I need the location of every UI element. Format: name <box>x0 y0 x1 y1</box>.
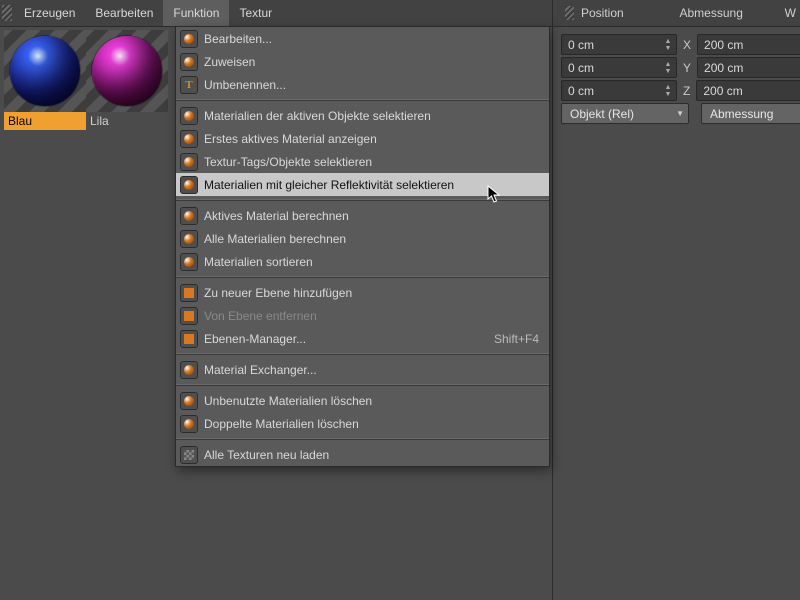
menu-item-zu-neuer-ebene-hinzuf-gen[interactable]: Zu neuer Ebene hinzufügen <box>176 281 549 304</box>
menu-item-ebenen-manager[interactable]: Ebenen-Manager... Shift+F4 <box>176 327 549 350</box>
menu-item-label: Umbenennen... <box>204 78 539 92</box>
menu-item-aktives-material-berechnen[interactable]: Aktives Material berechnen <box>176 204 549 227</box>
size-x-field[interactable]: 200 cm▲▼ <box>697 34 800 55</box>
attributes-panel: Position Abmessung W 0 cm▲▼ X 200 cm▲▼ H… <box>552 0 800 600</box>
menu-item-alle-materialien-berechnen[interactable]: Alle Materialien berechnen <box>176 227 549 250</box>
menu-item-doppelte-materialien-l-schen[interactable]: Doppelte Materialien löschen <box>176 412 549 435</box>
menu-item-label: Alle Materialien berechnen <box>204 232 539 246</box>
menu-bearbeiten[interactable]: Bearbeiten <box>85 0 163 26</box>
menu-textur[interactable]: Textur <box>229 0 282 26</box>
menu-item-bearbeiten[interactable]: Bearbeiten... <box>176 27 549 50</box>
size-y-field[interactable]: 200 cm▲▼ <box>697 57 800 78</box>
menu-item-label: Materialien sortieren <box>204 255 539 269</box>
material-preview <box>86 30 168 112</box>
position-x-field[interactable]: 0 cm▲▼ <box>561 34 677 55</box>
menu-item-label: Materialien der aktiven Objekte selektie… <box>204 109 539 123</box>
material-panel: Blau Lila <box>0 26 175 600</box>
dimension-mode-dropdown[interactable]: Abmessung▼ <box>701 103 800 124</box>
menu-item-icon <box>180 130 198 148</box>
coord-row-z: 0 cm▲▼ Z 200 cm▲▼ B <box>553 79 800 102</box>
menu-item-shortcut: Shift+F4 <box>494 332 539 346</box>
stepper-icon: ▲▼ <box>662 61 676 75</box>
coord-row-x: 0 cm▲▼ X 200 cm▲▼ H <box>553 33 800 56</box>
menu-item-materialien-der-aktiven-objekte-selektie[interactable]: Materialien der aktiven Objekte selektie… <box>176 104 549 127</box>
menu-item-textur-tags-objekte-selektieren[interactable]: Textur-Tags/Objekte selektieren <box>176 150 549 173</box>
stepper-icon: ▲▼ <box>662 84 676 98</box>
axis-label-z: Z <box>683 84 690 98</box>
menu-item-icon <box>180 253 198 271</box>
menu-item-von-ebene-entfernen[interactable]: Von Ebene entfernen <box>176 304 549 327</box>
menu-separator <box>176 99 549 101</box>
menu-item-icon <box>180 207 198 225</box>
menu-erzeugen[interactable]: Erzeugen <box>14 0 85 26</box>
menu-item-label: Unbenutzte Materialien löschen <box>204 394 539 408</box>
menu-item-icon <box>180 307 198 325</box>
position-z-field[interactable]: 0 cm▲▼ <box>561 80 677 101</box>
menu-item-icon <box>180 415 198 433</box>
menu-item-alle-texturen-neu-laden[interactable]: Alle Texturen neu laden <box>176 443 549 466</box>
material-preview <box>4 30 86 112</box>
menu-item-icon <box>180 361 198 379</box>
menu-item-erstes-aktives-material-anzeigen[interactable]: Erstes aktives Material anzeigen <box>176 127 549 150</box>
menu-item-label: Ebenen-Manager... <box>204 332 488 346</box>
material-thumb-blau[interactable]: Blau <box>4 30 86 596</box>
menu-item-label: Zu neuer Ebene hinzufügen <box>204 286 539 300</box>
menu-item-label: Textur-Tags/Objekte selektieren <box>204 155 539 169</box>
object-mode-dropdown[interactable]: Objekt (Rel)▼ <box>561 103 689 124</box>
menu-item-label: Von Ebene entfernen <box>204 309 539 323</box>
header-abmessung: Abmessung <box>680 6 779 20</box>
menu-item-label: Material Exchanger... <box>204 363 539 377</box>
menu-item-material-exchanger[interactable]: Material Exchanger... <box>176 358 549 381</box>
attributes-header: Position Abmessung W <box>553 0 800 27</box>
menu-item-icon <box>180 284 198 302</box>
stepper-icon: ▲▼ <box>662 38 676 52</box>
attr-grip <box>565 6 581 20</box>
menu-item-umbenennen[interactable]: T Umbenennen... <box>176 73 549 96</box>
menu-item-icon <box>180 176 198 194</box>
material-label: Lila <box>86 112 168 130</box>
menu-item-icon <box>180 30 198 48</box>
axis-label-y: Y <box>683 61 691 75</box>
menu-item-icon <box>180 107 198 125</box>
material-label: Blau <box>4 112 86 130</box>
menu-separator <box>176 276 549 278</box>
menu-item-label: Aktives Material berechnen <box>204 209 539 223</box>
menu-item-label: Materialien mit gleicher Reflektivität s… <box>204 178 539 192</box>
funktion-dropdown: Bearbeiten... Zuweisen T Umbenennen... Mater… <box>175 26 550 467</box>
menu-item-label: Zuweisen <box>204 55 539 69</box>
position-y-field[interactable]: 0 cm▲▼ <box>561 57 677 78</box>
menu-item-materialien-sortieren[interactable]: Materialien sortieren <box>176 250 549 273</box>
menu-item-icon <box>180 392 198 410</box>
size-z-field[interactable]: 200 cm▲▼ <box>696 80 800 101</box>
menu-item-icon <box>180 53 198 71</box>
menu-item-label: Doppelte Materialien löschen <box>204 417 539 431</box>
menu-item-icon <box>180 446 198 464</box>
menu-item-icon: T <box>180 76 198 94</box>
menu-separator <box>176 353 549 355</box>
axis-label-x: X <box>683 38 691 52</box>
menu-separator <box>176 438 549 440</box>
coord-row-y: 0 cm▲▼ Y 200 cm▲▼ P <box>553 56 800 79</box>
menu-separator <box>176 199 549 201</box>
menu-item-label: Alle Texturen neu laden <box>204 448 539 462</box>
menu-item-label: Erstes aktives Material anzeigen <box>204 132 539 146</box>
menu-item-unbenutzte-materialien-l-schen[interactable]: Unbenutzte Materialien löschen <box>176 389 549 412</box>
menu-item-icon <box>180 230 198 248</box>
material-thumb-lila[interactable]: Lila <box>86 30 168 596</box>
menu-funktion[interactable]: Funktion <box>163 0 229 26</box>
menu-item-icon <box>180 153 198 171</box>
menu-item-zuweisen[interactable]: Zuweisen <box>176 50 549 73</box>
menubar-grip <box>0 0 14 26</box>
menu-item-materialien-mit-gleicher-reflektivit-t-s[interactable]: Materialien mit gleicher Reflektivität s… <box>176 173 549 196</box>
menu-item-icon <box>180 330 198 348</box>
header-position: Position <box>581 6 680 20</box>
header-w: W <box>778 6 800 20</box>
menu-separator <box>176 384 549 386</box>
dropdown-row: Objekt (Rel)▼ Abmessung▼ <box>553 102 800 125</box>
chevron-down-icon: ▼ <box>676 109 684 118</box>
menu-item-label: Bearbeiten... <box>204 32 539 46</box>
